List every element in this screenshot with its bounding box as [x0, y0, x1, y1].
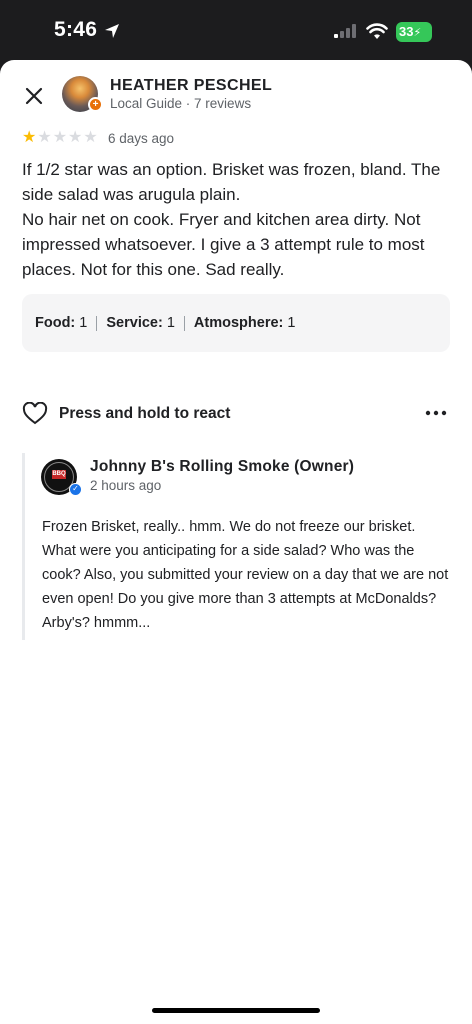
- reviewer-name[interactable]: HEATHER PESCHEL: [110, 77, 272, 95]
- owner-reply-time: 2 hours ago: [90, 478, 162, 493]
- owner-reply: BBQ ✓ Johnny B's Rolling Smoke (Owner) 2…: [22, 453, 452, 640]
- verified-icon: ✓: [69, 483, 82, 496]
- battery-icon: 33⚡: [396, 22, 432, 42]
- owner-reply-text: Frozen Brisket, really.. hmm. We do not …: [42, 519, 449, 631]
- rating-atmosphere: Atmosphere: 1: [193, 315, 296, 331]
- review-text: If 1/2 star was an option. Brisket was f…: [22, 160, 441, 279]
- divider: [96, 315, 98, 331]
- star-empty-icon: ★: [37, 129, 52, 146]
- owner-name: Johnny B's Rolling Smoke (Owner): [90, 458, 355, 475]
- local-guide-badge-icon: +: [88, 97, 103, 112]
- location-arrow-icon: [105, 24, 119, 38]
- react-row[interactable]: Press and hold to react: [22, 400, 450, 428]
- close-icon[interactable]: [22, 84, 46, 108]
- status-time: 5:46: [54, 18, 98, 41]
- divider: [183, 315, 185, 331]
- more-icon[interactable]: [424, 405, 448, 421]
- reviewer-meta: Local Guide · 7 reviews: [110, 96, 252, 111]
- star-empty-icon: ★: [68, 129, 83, 146]
- review-date: 6 days ago: [108, 131, 175, 146]
- react-label[interactable]: Press and hold to react: [59, 405, 230, 423]
- rating-food: Food: 1: [35, 315, 88, 331]
- star-empty-icon: ★: [52, 129, 68, 146]
- home-indicator[interactable]: [152, 1008, 320, 1013]
- star-filled-icon: ★: [22, 129, 37, 146]
- heart-icon[interactable]: [22, 402, 48, 426]
- ratings-summary: Food: 1 Service: 1 Atmosphere: 1: [22, 294, 450, 352]
- signal-icon: [334, 24, 356, 38]
- review-sheet: + HEATHER PESCHEL Local Guide · 7 review…: [0, 60, 472, 1024]
- battery-level: 33: [399, 24, 414, 39]
- owner-avatar-logo: BBQ: [52, 470, 66, 479]
- star-empty-icon: ★: [83, 129, 98, 146]
- wifi-icon: [366, 23, 388, 39]
- rating-service: Service: 1: [106, 315, 175, 331]
- star-rating: ★ ★ ★ ★ ★: [22, 130, 98, 146]
- status-bar: 5:46 33⚡: [0, 0, 472, 60]
